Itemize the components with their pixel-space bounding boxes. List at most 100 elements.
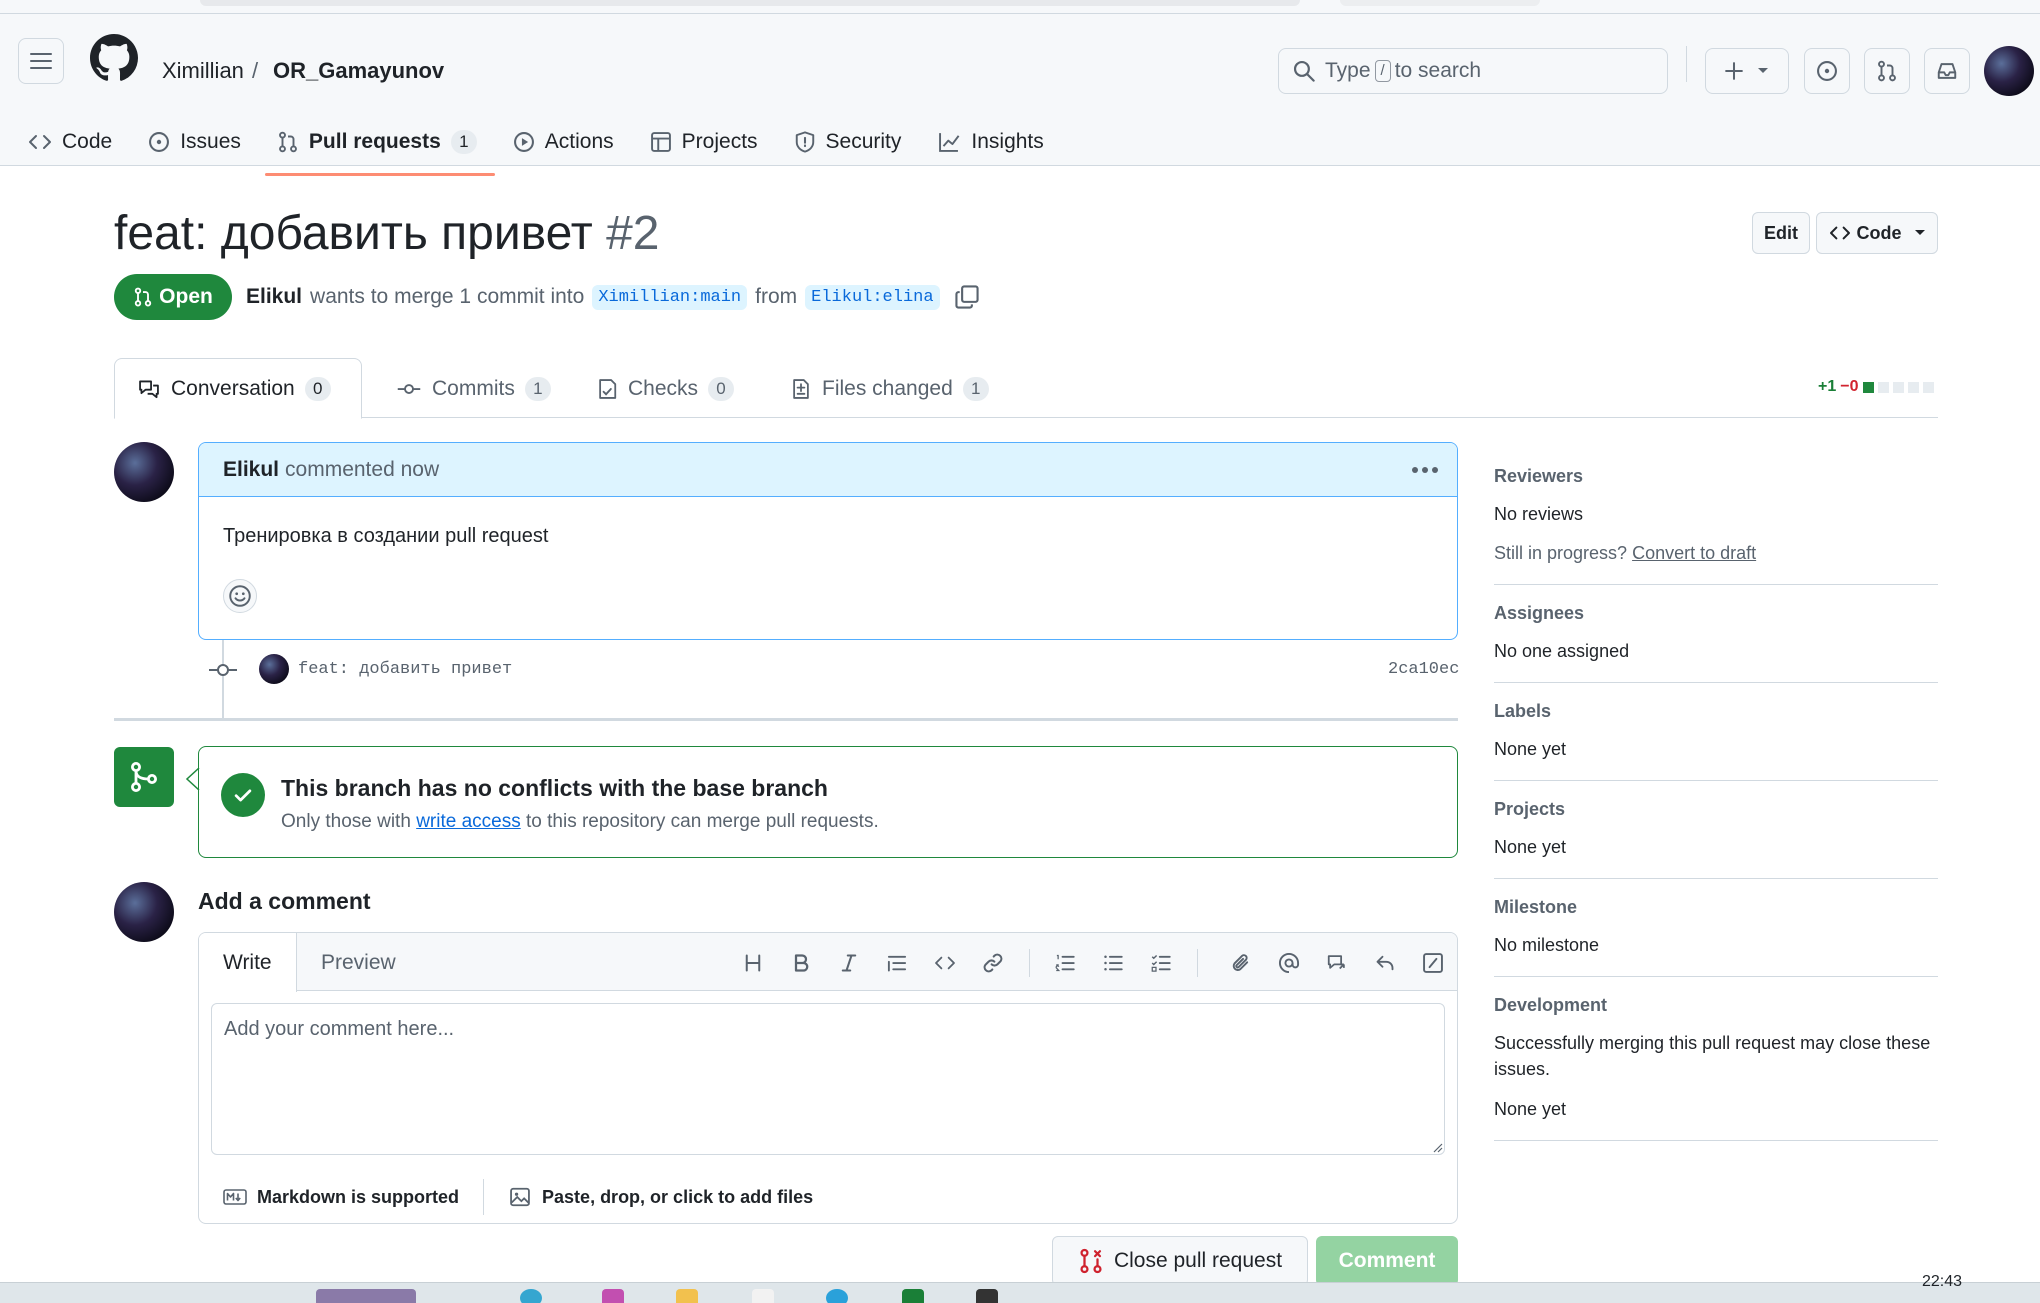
add-reaction-button[interactable] <box>223 579 257 613</box>
tab-checks[interactable]: Checks 0 <box>574 358 756 419</box>
search-input[interactable]: Type / to search <box>1278 48 1668 94</box>
reviewers-heading[interactable]: Reviewers <box>1494 466 1938 487</box>
write-access-link[interactable]: write access <box>416 811 521 832</box>
tab-actions[interactable]: Actions <box>513 120 630 164</box>
comment-author-link[interactable]: Elikul <box>223 458 279 482</box>
tab-commits[interactable]: Commits 1 <box>374 358 573 419</box>
comment-submit-button[interactable]: Comment <box>1316 1236 1458 1286</box>
comment-textarea[interactable]: Add your comment here... <box>211 1003 1445 1155</box>
labels-heading[interactable]: Labels <box>1494 701 1938 722</box>
close-pull-request-label: Close pull request <box>1113 1249 1283 1272</box>
menu-button[interactable] <box>18 38 64 84</box>
pull-requests-button[interactable] <box>1864 48 1910 94</box>
merge-status-box: This branch has no conflicts with the ba… <box>198 746 1458 858</box>
tab-projects[interactable]: Projects <box>650 120 774 164</box>
terminal-icon[interactable] <box>976 1289 998 1303</box>
italic-icon[interactable] <box>835 949 863 977</box>
code-dropdown-button[interactable]: Code <box>1816 212 1938 254</box>
pull-requests-count: 1 <box>450 130 477 154</box>
browser-tab-strip[interactable] <box>1340 0 1540 6</box>
diffstat-block-added <box>1862 381 1874 393</box>
status-badge-label: Open <box>159 285 213 308</box>
current-user-avatar[interactable] <box>114 882 174 942</box>
status-badge: Open <box>114 274 232 320</box>
code-icon[interactable] <box>931 949 959 977</box>
repo-owner-link[interactable]: Ximillian <box>162 58 244 84</box>
markdown-supported-link[interactable]: Markdown is supported <box>257 1187 459 1208</box>
base-branch[interactable]: Ximillian:main <box>592 284 748 310</box>
bold-icon[interactable] <box>787 949 815 977</box>
tab-issues[interactable]: Issues <box>148 120 257 164</box>
tab-code[interactable]: Code <box>28 120 128 164</box>
file-explorer-icon[interactable] <box>676 1289 698 1303</box>
commit-sha-link[interactable]: 2ca10ec <box>1388 660 1459 679</box>
repo-name-link[interactable]: OR_Gamayunov <box>273 58 444 84</box>
comment-timestamp[interactable]: commented now <box>285 458 439 482</box>
tab-write[interactable]: Write <box>199 933 297 992</box>
mention-icon[interactable] <box>1275 949 1303 977</box>
commit-message-link[interactable]: feat: добавить привет <box>298 660 512 679</box>
telegram-icon[interactable] <box>826 1289 848 1303</box>
close-pull-request-button[interactable]: Close pull request <box>1052 1236 1308 1286</box>
chevron-down-icon <box>1758 68 1768 73</box>
user-avatar[interactable] <box>1984 46 2034 96</box>
development-heading[interactable]: Development <box>1494 995 1938 1016</box>
toolbar-divider <box>1029 949 1030 977</box>
convert-to-draft-link[interactable]: Convert to draft <box>1632 543 1756 563</box>
sidebar-labels: Labels None yet <box>1494 701 1938 781</box>
browser-address-bar[interactable] <box>200 0 1300 6</box>
task-list-icon[interactable] <box>1147 949 1175 977</box>
reviewers-progress: Still in progress? Convert to draft <box>1494 540 1938 566</box>
github-logo-icon[interactable] <box>90 34 138 82</box>
app-icon[interactable] <box>602 1289 624 1303</box>
ide-icon[interactable] <box>902 1289 924 1303</box>
repo-path-separator: / <box>252 58 259 83</box>
taskbar-widget-icon[interactable] <box>316 1289 416 1303</box>
create-new-button[interactable] <box>1705 48 1789 94</box>
add-comment-title: Add a comment <box>198 888 371 914</box>
inbox-icon <box>1937 63 1957 79</box>
repo-tabs: Code Issues Pull requests 1 Actions Proj… <box>28 120 1080 176</box>
kebab-horizontal-icon[interactable] <box>1411 466 1439 474</box>
resize-handle-icon[interactable] <box>1431 1141 1443 1153</box>
copy-icon[interactable] <box>954 284 980 310</box>
editor-footer: Markdown is supported Paste, drop, or cl… <box>223 1179 813 1215</box>
projects-heading[interactable]: Projects <box>1494 799 1938 820</box>
git-pull-request-icon <box>134 287 152 307</box>
edge-browser-icon[interactable] <box>520 1289 542 1303</box>
tab-pull-requests[interactable]: Pull requests 1 <box>264 120 495 176</box>
tab-conversation[interactable]: Conversation 0 <box>114 358 362 419</box>
cross-reference-icon[interactable] <box>1323 949 1351 977</box>
head-branch[interactable]: Elikul:elina <box>805 284 940 310</box>
link-icon[interactable] <box>979 949 1007 977</box>
unordered-list-icon[interactable] <box>1099 949 1127 977</box>
reply-icon[interactable] <box>1371 949 1399 977</box>
paperclip-icon[interactable] <box>1227 949 1255 977</box>
conversation-count: 0 <box>304 376 331 401</box>
tab-files-changed[interactable]: Files changed 1 <box>768 358 1011 419</box>
assignees-heading[interactable]: Assignees <box>1494 603 1938 624</box>
tab-security[interactable]: Security <box>794 120 918 164</box>
pr-author-link[interactable]: Elikul <box>246 285 302 309</box>
tab-pull-requests-label: Pull requests <box>308 130 441 153</box>
chrome-icon[interactable] <box>752 1289 774 1303</box>
diffstat-block-neutral <box>1907 381 1919 393</box>
attach-files-button[interactable]: Paste, drop, or click to add files <box>542 1187 813 1208</box>
comment-author-avatar[interactable] <box>114 442 174 502</box>
milestone-heading[interactable]: Milestone <box>1494 897 1938 918</box>
code-icon <box>29 135 51 149</box>
quote-icon[interactable] <box>883 949 911 977</box>
heading-icon[interactable] <box>739 949 767 977</box>
ordered-list-icon[interactable] <box>1051 949 1079 977</box>
tab-preview[interactable]: Preview <box>297 933 420 992</box>
tab-insights-label: Insights <box>971 130 1044 153</box>
pr-number: #2 <box>606 207 660 260</box>
issues-button[interactable] <box>1804 48 1850 94</box>
commit-author-avatar[interactable] <box>259 654 289 684</box>
slash-commands-icon[interactable] <box>1419 949 1447 977</box>
pr-meta: Elikul wants to merge 1 commit into Ximi… <box>246 284 980 310</box>
taskbar-clock[interactable]: 22:43 <box>1922 1273 1962 1291</box>
edit-title-button[interactable]: Edit <box>1752 212 1810 254</box>
inbox-button[interactable] <box>1924 48 1970 94</box>
tab-insights[interactable]: Insights <box>937 120 1059 164</box>
